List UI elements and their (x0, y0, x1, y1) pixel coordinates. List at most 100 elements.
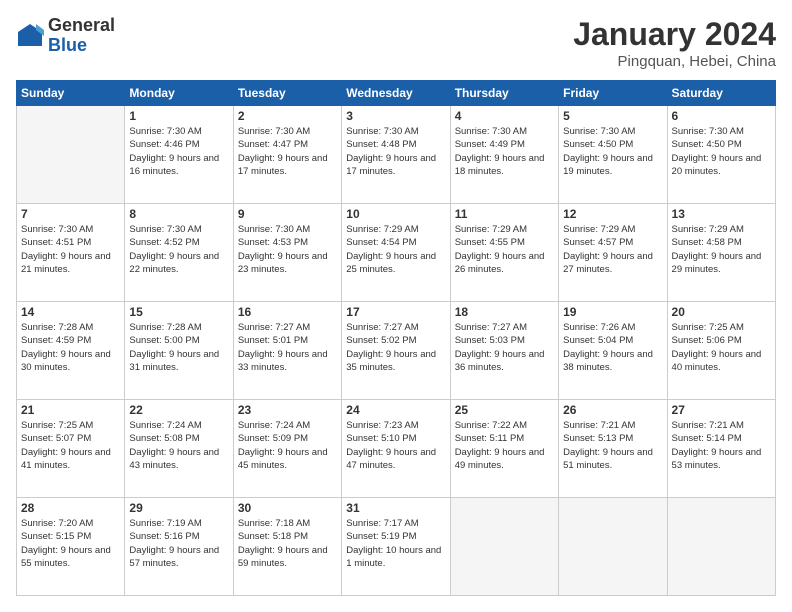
day-info: Sunrise: 7:27 AM Sunset: 5:03 PM Dayligh… (455, 321, 554, 374)
day-number: 7 (21, 207, 120, 221)
week-row-3: 21 Sunrise: 7:25 AM Sunset: 5:07 PM Dayli… (17, 400, 776, 498)
day-number: 17 (346, 305, 445, 319)
day-number: 2 (238, 109, 337, 123)
day-info: Sunrise: 7:29 AM Sunset: 4:54 PM Dayligh… (346, 223, 445, 276)
day-number: 1 (129, 109, 228, 123)
calendar-cell: 21 Sunrise: 7:25 AM Sunset: 5:07 PM Dayli… (17, 400, 125, 498)
day-info: Sunrise: 7:25 AM Sunset: 5:07 PM Dayligh… (21, 419, 120, 472)
day-number: 23 (238, 403, 337, 417)
calendar-cell: 14 Sunrise: 7:28 AM Sunset: 4:59 PM Dayli… (17, 302, 125, 400)
day-number: 12 (563, 207, 662, 221)
calendar-cell: 5Sunrise: 7:30 AM Sunset: 4:50 PM Daylig… (559, 106, 667, 204)
calendar-cell: 6Sunrise: 7:30 AM Sunset: 4:50 PM Daylig… (667, 106, 775, 204)
day-info: Sunrise: 7:20 AM Sunset: 5:15 PM Dayligh… (21, 517, 120, 570)
header: General Blue January 2024 Pingquan, Hebe… (16, 16, 776, 70)
weekday-header-thursday: Thursday (450, 81, 558, 106)
calendar-cell: 4 Sunrise: 7:30 AM Sunset: 4:49 PM Daylig… (450, 106, 558, 204)
day-info: Sunrise: 7:27 AM Sunset: 5:01 PM Dayligh… (238, 321, 337, 374)
calendar-cell: 16 Sunrise: 7:27 AM Sunset: 5:01 PM Dayli… (233, 302, 341, 400)
calendar-cell: 28 Sunrise: 7:20 AM Sunset: 5:15 PM Dayli… (17, 498, 125, 596)
weekday-header-saturday: Saturday (667, 81, 775, 106)
day-info: Sunrise: 7:30 AM Sunset: 4:52 PM Dayligh… (129, 223, 228, 276)
logo-text: General Blue (48, 16, 115, 56)
day-number: 13 (672, 207, 771, 221)
day-number: 22 (129, 403, 228, 417)
day-number: 11 (455, 207, 554, 221)
day-info: Sunrise: 7:29 AM Sunset: 4:57 PM Dayligh… (563, 223, 662, 276)
day-info: Sunrise: 7:24 AM Sunset: 5:09 PM Dayligh… (238, 419, 337, 472)
day-info: Sunrise: 7:30 AM Sunset: 4:48 PM Dayligh… (346, 125, 445, 178)
calendar-cell: 9Sunrise: 7:30 AM Sunset: 4:53 PM Daylig… (233, 204, 341, 302)
calendar-cell (450, 498, 558, 596)
day-info: Sunrise: 7:21 AM Sunset: 5:14 PM Dayligh… (672, 419, 771, 472)
day-number: 21 (21, 403, 120, 417)
day-number: 28 (21, 501, 120, 515)
day-info: Sunrise: 7:25 AM Sunset: 5:06 PM Dayligh… (672, 321, 771, 374)
day-info: Sunrise: 7:30 AM Sunset: 4:47 PM Dayligh… (238, 125, 337, 178)
day-info: Sunrise: 7:22 AM Sunset: 5:11 PM Dayligh… (455, 419, 554, 472)
day-number: 10 (346, 207, 445, 221)
logo-blue-text: Blue (48, 36, 115, 56)
page: General Blue January 2024 Pingquan, Hebe… (0, 0, 792, 612)
day-number: 19 (563, 305, 662, 319)
day-info: Sunrise: 7:17 AM Sunset: 5:19 PM Dayligh… (346, 517, 445, 570)
calendar-cell (17, 106, 125, 204)
weekday-header-monday: Monday (125, 81, 233, 106)
day-number: 9 (238, 207, 337, 221)
logo-icon (16, 22, 44, 50)
calendar-cell: 17Sunrise: 7:27 AM Sunset: 5:02 PM Dayli… (342, 302, 450, 400)
calendar-cell: 29 Sunrise: 7:19 AM Sunset: 5:16 PM Dayli… (125, 498, 233, 596)
day-number: 15 (129, 305, 228, 319)
day-number: 26 (563, 403, 662, 417)
day-info: Sunrise: 7:23 AM Sunset: 5:10 PM Dayligh… (346, 419, 445, 472)
day-number: 31 (346, 501, 445, 515)
weekday-header-tuesday: Tuesday (233, 81, 341, 106)
calendar-cell (559, 498, 667, 596)
day-number: 3 (346, 109, 445, 123)
day-number: 24 (346, 403, 445, 417)
week-row-1: 7 Sunrise: 7:30 AM Sunset: 4:51 PM Daylig… (17, 204, 776, 302)
day-number: 4 (455, 109, 554, 123)
day-number: 14 (21, 305, 120, 319)
weekday-header-friday: Friday (559, 81, 667, 106)
day-info: Sunrise: 7:28 AM Sunset: 5:00 PM Dayligh… (129, 321, 228, 374)
day-info: Sunrise: 7:19 AM Sunset: 5:16 PM Dayligh… (129, 517, 228, 570)
weekday-header-sunday: Sunday (17, 81, 125, 106)
weekday-header-wednesday: Wednesday (342, 81, 450, 106)
day-number: 6 (672, 109, 771, 123)
calendar-cell: 15 Sunrise: 7:28 AM Sunset: 5:00 PM Dayli… (125, 302, 233, 400)
calendar-cell: 1 Sunrise: 7:30 AM Sunset: 4:46 PM Daylig… (125, 106, 233, 204)
calendar-cell: 18Sunrise: 7:27 AM Sunset: 5:03 PM Dayli… (450, 302, 558, 400)
calendar-cell: 26Sunrise: 7:21 AM Sunset: 5:13 PM Dayli… (559, 400, 667, 498)
day-number: 5 (563, 109, 662, 123)
title-block: January 2024 Pingquan, Hebei, China (573, 16, 776, 70)
day-info: Sunrise: 7:30 AM Sunset: 4:49 PM Dayligh… (455, 125, 554, 178)
day-info: Sunrise: 7:26 AM Sunset: 5:04 PM Dayligh… (563, 321, 662, 374)
day-number: 8 (129, 207, 228, 221)
day-info: Sunrise: 7:30 AM Sunset: 4:46 PM Dayligh… (129, 125, 228, 178)
day-number: 27 (672, 403, 771, 417)
day-info: Sunrise: 7:28 AM Sunset: 4:59 PM Dayligh… (21, 321, 120, 374)
day-info: Sunrise: 7:29 AM Sunset: 4:58 PM Dayligh… (672, 223, 771, 276)
calendar-cell: 11Sunrise: 7:29 AM Sunset: 4:55 PM Dayli… (450, 204, 558, 302)
calendar-cell: 24 Sunrise: 7:23 AM Sunset: 5:10 PM Dayli… (342, 400, 450, 498)
day-number: 20 (672, 305, 771, 319)
calendar-cell: 12 Sunrise: 7:29 AM Sunset: 4:57 PM Dayli… (559, 204, 667, 302)
calendar-cell: 19 Sunrise: 7:26 AM Sunset: 5:04 PM Dayli… (559, 302, 667, 400)
day-info: Sunrise: 7:30 AM Sunset: 4:51 PM Dayligh… (21, 223, 120, 276)
calendar-cell: 31 Sunrise: 7:17 AM Sunset: 5:19 PM Dayli… (342, 498, 450, 596)
calendar-subtitle: Pingquan, Hebei, China (573, 53, 776, 70)
calendar-cell: 7 Sunrise: 7:30 AM Sunset: 4:51 PM Daylig… (17, 204, 125, 302)
day-info: Sunrise: 7:24 AM Sunset: 5:08 PM Dayligh… (129, 419, 228, 472)
calendar-cell: 13 Sunrise: 7:29 AM Sunset: 4:58 PM Dayli… (667, 204, 775, 302)
calendar-cell: 30Sunrise: 7:18 AM Sunset: 5:18 PM Dayli… (233, 498, 341, 596)
logo-general-text: General (48, 16, 115, 36)
weekday-header-row: SundayMondayTuesdayWednesdayThursdayFrid… (17, 81, 776, 106)
calendar-cell: 8 Sunrise: 7:30 AM Sunset: 4:52 PM Daylig… (125, 204, 233, 302)
day-number: 25 (455, 403, 554, 417)
day-info: Sunrise: 7:18 AM Sunset: 5:18 PM Dayligh… (238, 517, 337, 570)
calendar-cell: 10 Sunrise: 7:29 AM Sunset: 4:54 PM Dayli… (342, 204, 450, 302)
day-number: 16 (238, 305, 337, 319)
day-number: 29 (129, 501, 228, 515)
calendar-cell: 2 Sunrise: 7:30 AM Sunset: 4:47 PM Daylig… (233, 106, 341, 204)
